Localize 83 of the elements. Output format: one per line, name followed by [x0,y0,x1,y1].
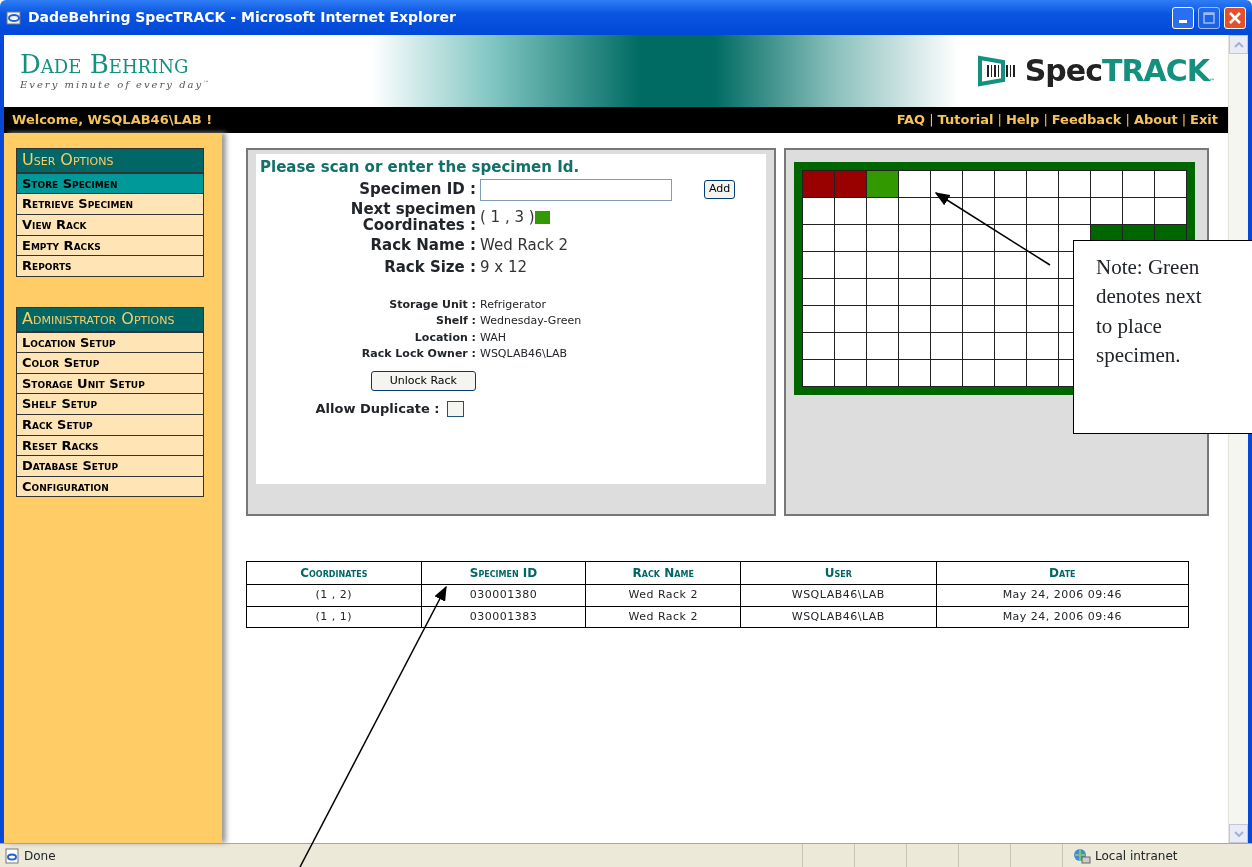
table-cell: Wed Rack 2 [585,584,741,606]
browser-icon [6,9,22,26]
top-link[interactable]: Tutorial [937,110,994,130]
separator: | [929,111,934,130]
network-icon [1071,847,1091,864]
menu-item[interactable]: Shelf Setup [17,393,203,414]
column-header: Coordinates [246,561,422,585]
detail-label: Storage Unit : [388,296,476,313]
column-header: Specimen ID [421,561,586,585]
detail-value: WSQLAB46\LAB [480,346,569,362]
column-header: Rack Name [585,561,741,585]
table-cell: 030001380 [421,584,586,606]
window-title: DadeBehring SpecTRACK - Microsoft Internet Explorer [28,8,456,27]
note-tooltip: Note: Green denotes next to place specimen. [1073,240,1252,434]
top-link[interactable]: About [1133,110,1178,130]
brand-logo: Dade Behring [20,50,190,77]
menu-item[interactable]: Store Specimen [17,172,203,194]
table-cell: (1 , 2) [246,584,422,606]
close-button[interactable] [1224,6,1246,29]
specimen-id-field[interactable] [480,178,672,201]
scroll-up-button[interactable] [1229,35,1248,54]
caret-down-icon [1233,830,1244,837]
menu-item[interactable]: View Rack [17,214,203,235]
separator: | [997,111,1002,130]
field-label: Rack Name : [369,236,476,253]
menu-item[interactable]: Storage Unit Setup [17,372,203,394]
column-header: User [740,561,937,585]
caret-up-icon [1233,41,1244,48]
menu-heading: User Options [17,149,203,173]
welcome-text: Welcome, WSQLAB46\LAB ! [12,111,213,130]
close-icon [1229,11,1241,24]
detail-value: Refrigerator [480,296,547,313]
maximize-icon [1203,11,1215,24]
menu-item[interactable]: Configuration [17,475,203,497]
status-text: Done [24,847,56,865]
top-link[interactable]: Feedback [1051,110,1122,130]
scroll-down-button[interactable] [1229,824,1248,843]
column-header: Date [936,561,1189,585]
minimize-button[interactable] [1172,6,1194,29]
menu-item[interactable]: Retrieve Specimen [17,193,203,214]
top-link[interactable]: Exit [1190,110,1218,130]
detail-value: WAH [480,329,508,346]
top-link[interactable]: FAQ [896,110,926,130]
separator: | [1125,111,1130,130]
detail-label: Location : [413,329,476,346]
field-value: 9 x 12 [480,257,528,278]
menu-heading: Administrator Options [17,307,203,332]
prompt-text: Please scan or enter the specimen Id. [260,157,581,178]
top-link[interactable]: Help [1005,110,1040,130]
unlock-rack-button[interactable]: Unlock Rack [370,370,476,391]
tagline: Every minute of every day$^{™}$ [20,77,212,92]
table-cell: May 24, 2006 09:46 [936,606,1189,628]
table-cell: 030001383 [421,606,586,628]
table-cell: (1 , 1) [246,606,422,628]
barcode-icon [976,54,1017,88]
field-value: Wed Rack 2 [480,234,568,256]
menu-item[interactable]: Color Setup [17,352,203,373]
allow-duplicate-checkbox[interactable] [447,400,465,417]
menu-item[interactable]: Rack Setup [17,413,203,435]
field-label: Rack Size : [383,259,476,276]
menu-item[interactable]: Reset Racks [17,434,203,456]
menu-item[interactable]: Location Setup [17,331,203,353]
minimize-icon [1179,20,1187,23]
table-cell: WSQLAB46\LAB [740,584,937,606]
menu-item[interactable]: Empty Racks [17,234,203,256]
field-value: ( 1 , 3 ) [480,206,535,228]
separator: | [1043,111,1048,130]
detail-label: Shelf : [435,313,476,329]
table-cell: May 24, 2006 09:46 [936,584,1189,606]
menu-item[interactable]: Reports [17,255,203,276]
detail-label: Rack Lock Owner : [360,346,476,362]
field-label: Specimen ID : [358,181,476,198]
detail-value: Wednesday-Green [480,313,583,329]
separator: | [1181,111,1187,130]
checkbox-label: Allow Duplicate : [315,400,440,418]
table-cell: WSQLAB46\LAB [740,606,937,628]
menu-item[interactable]: Database Setup [17,455,203,476]
page-icon [4,847,20,864]
zone-text: Local intranet [1095,847,1178,865]
table-cell: Wed Rack 2 [585,606,741,628]
maximize-button[interactable] [1198,6,1220,29]
field-label: Next specimen Coordinates : [349,200,476,234]
add-button[interactable]: Add [704,180,736,199]
